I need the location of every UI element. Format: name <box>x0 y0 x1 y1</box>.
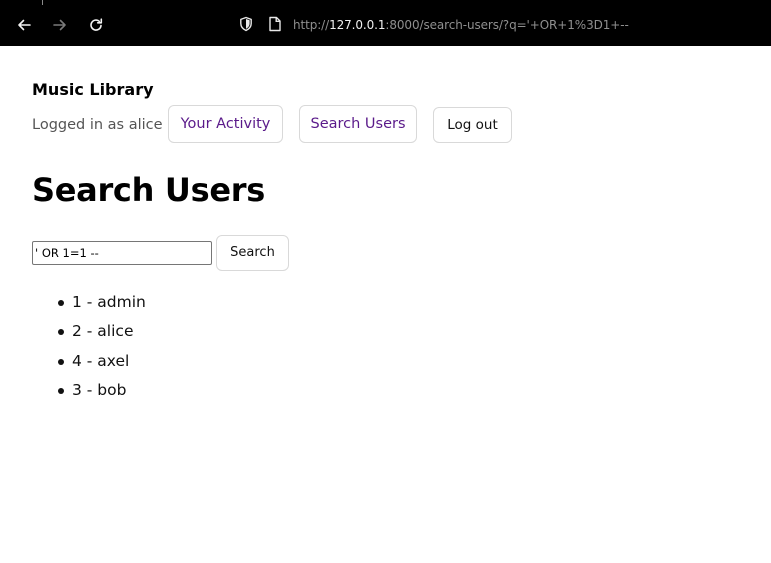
page-title: Search Users <box>32 171 265 209</box>
bullet-icon <box>58 388 64 395</box>
bullet-icon <box>58 300 64 306</box>
list-item: 1 - admin <box>32 290 146 319</box>
result-text: 1 - admin <box>72 293 146 311</box>
site-title: Music Library <box>32 80 154 99</box>
result-text: 4 - axel <box>72 351 130 370</box>
logout-button[interactable]: Log out <box>433 107 512 143</box>
back-button[interactable] <box>12 13 36 37</box>
shield-icon[interactable] <box>238 16 254 32</box>
result-text: 3 - bob <box>72 381 127 400</box>
results-list: 1 - admin 2 - alice 4 - axel 3 - bob <box>32 290 146 408</box>
arrow-right-icon <box>53 19 66 31</box>
url-scheme: http:// <box>293 18 330 32</box>
list-item: 2 - alice <box>32 319 146 348</box>
search-button[interactable]: Search <box>216 235 289 271</box>
bullet-icon <box>58 358 64 365</box>
search-users-link[interactable]: Search Users <box>299 105 417 143</box>
url-path: :8000/search-users/?q='+OR+1%3D1+-- <box>385 18 629 32</box>
list-item: 4 - axel <box>32 349 146 378</box>
browser-toolbar: http://127.0.0.1:8000/search-users/?q='+… <box>0 0 771 46</box>
your-activity-link[interactable]: Your Activity <box>168 105 283 143</box>
reload-icon <box>90 18 103 31</box>
forward-button[interactable] <box>48 13 72 37</box>
url-host: 127.0.0.1 <box>329 18 386 32</box>
bullet-icon <box>58 329 64 336</box>
search-input[interactable] <box>32 241 212 265</box>
page-info-icon[interactable] <box>268 16 282 32</box>
list-item: 3 - bob <box>32 378 146 407</box>
result-text: 2 - alice <box>72 322 134 341</box>
reload-button[interactable] <box>84 13 108 37</box>
tab-edge <box>42 0 43 5</box>
arrow-left-icon <box>18 19 31 31</box>
logged-in-status: Logged in as alice <box>32 117 163 133</box>
address-bar[interactable]: http://127.0.0.1:8000/search-users/?q='+… <box>293 16 629 34</box>
